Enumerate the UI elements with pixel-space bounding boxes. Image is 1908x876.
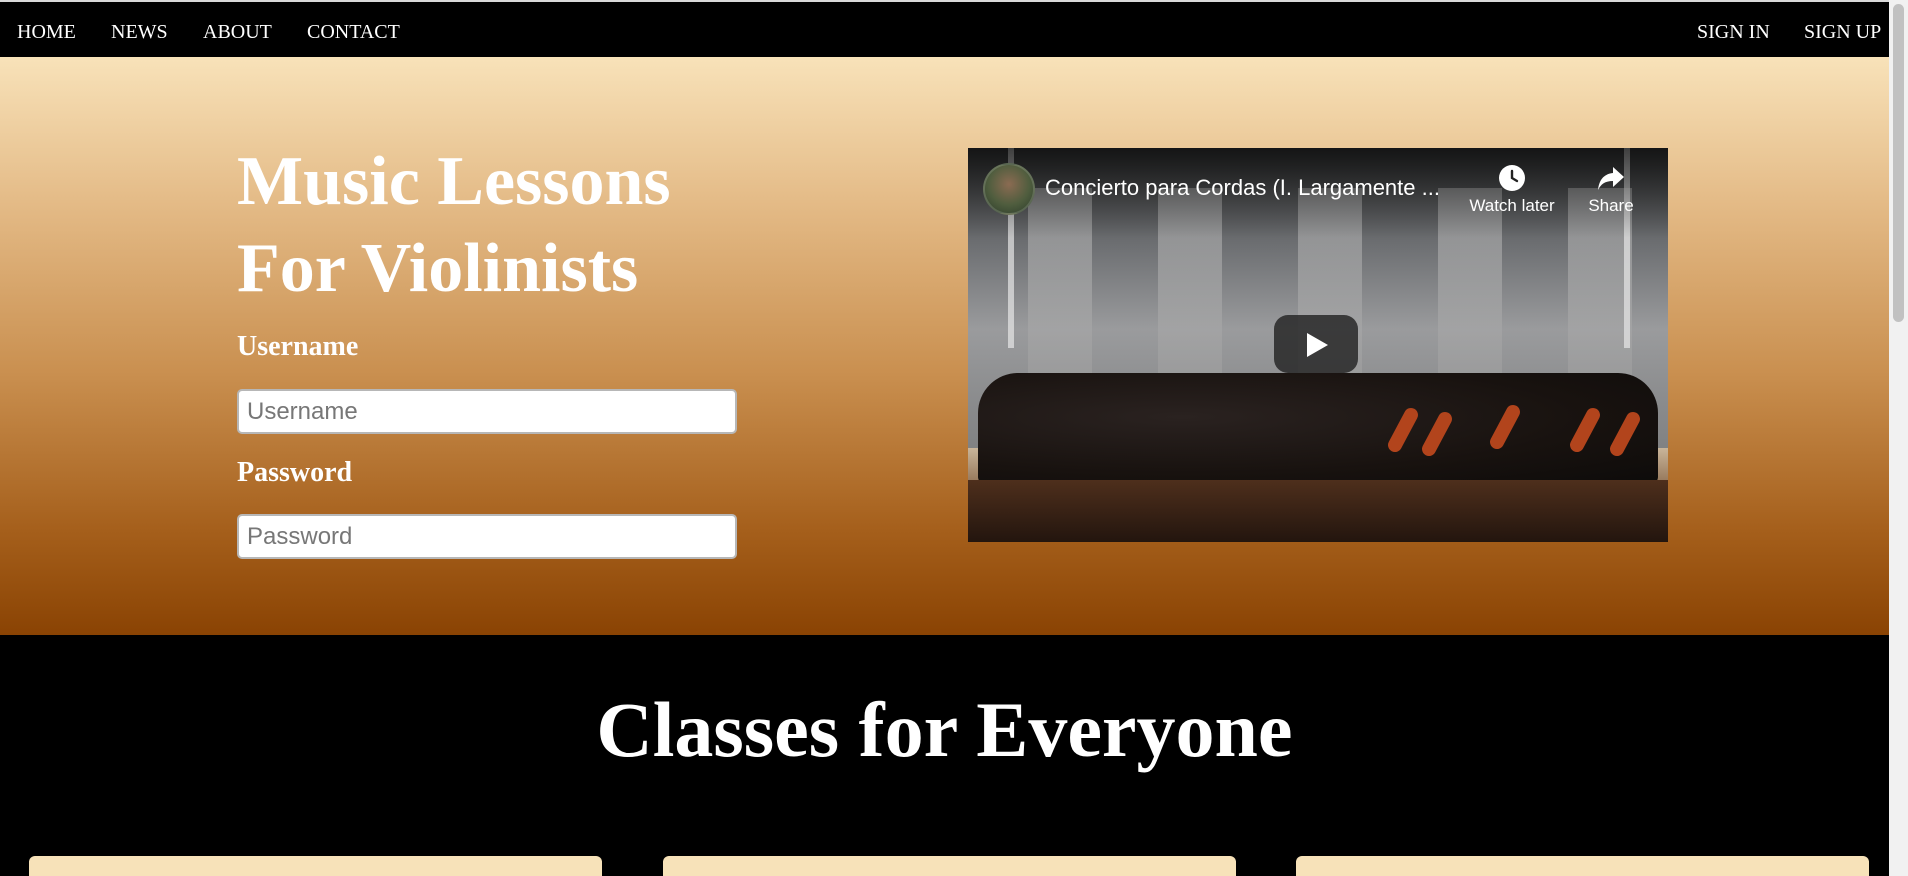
hero-title: Music Lessons For Violinists	[237, 138, 671, 312]
video-player[interactable]: Concierto para Cordas (I. Largamente ...…	[968, 148, 1668, 542]
play-icon	[1307, 333, 1328, 357]
hero-title-line-2: For Violinists	[237, 230, 639, 307]
nav-contact-link[interactable]: CONTACT	[307, 20, 400, 44]
hero-title-line-1: Music Lessons	[237, 143, 671, 220]
share-arrow-icon	[1598, 167, 1624, 190]
password-label: Password	[237, 457, 353, 488]
password-input[interactable]	[237, 514, 737, 559]
username-input[interactable]	[237, 389, 737, 434]
nav-news-link[interactable]: NEWS	[111, 20, 168, 44]
video-audience	[968, 480, 1668, 542]
username-label: Username	[237, 331, 359, 362]
classes-heading: Classes for Everyone	[596, 686, 1293, 773]
channel-avatar[interactable]	[983, 163, 1035, 215]
nav-sign-up-link[interactable]: SIGN UP	[1804, 20, 1881, 44]
navbar: HOME NEWS ABOUT CONTACT SIGN IN SIGN UP	[0, 2, 1889, 57]
share-button[interactable]: Share	[1561, 164, 1661, 216]
nav-home-link[interactable]: HOME	[17, 20, 76, 44]
watch-later-label: Watch later	[1469, 196, 1555, 215]
scrollbar-thumb[interactable]	[1893, 4, 1904, 322]
share-label: Share	[1588, 196, 1634, 215]
video-orchestra	[978, 373, 1658, 483]
nav-sign-in-link[interactable]: SIGN IN	[1697, 20, 1770, 44]
page: HOME NEWS ABOUT CONTACT SIGN IN SIGN UP …	[0, 0, 1908, 876]
clock-icon	[1499, 165, 1525, 191]
play-button[interactable]	[1274, 315, 1358, 373]
scrollbar[interactable]	[1889, 0, 1908, 876]
class-card[interactable]	[1296, 856, 1869, 876]
nav-about-link[interactable]: ABOUT	[203, 20, 272, 44]
video-title[interactable]: Concierto para Cordas (I. Largamente ...	[1045, 175, 1440, 201]
watch-later-button[interactable]: Watch later	[1462, 164, 1562, 216]
class-card[interactable]	[663, 856, 1236, 876]
class-card[interactable]	[29, 856, 602, 876]
